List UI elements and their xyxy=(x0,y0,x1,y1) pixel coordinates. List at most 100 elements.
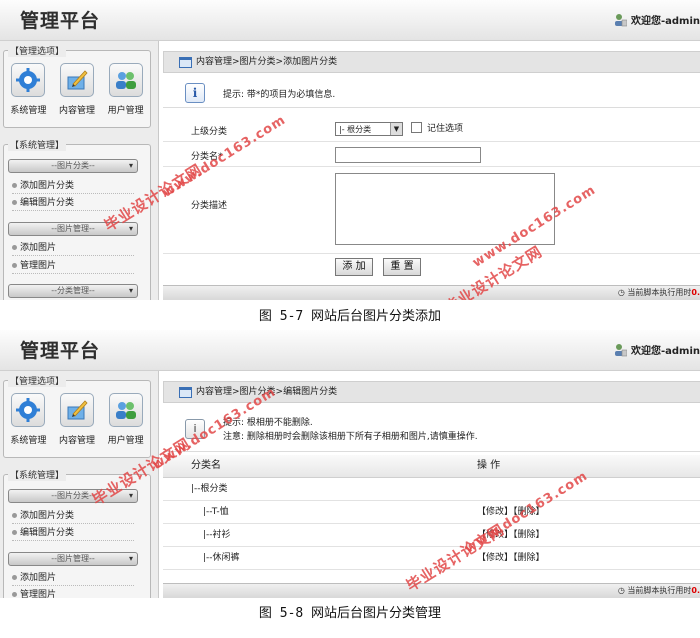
bullet-icon xyxy=(12,513,17,518)
user-manage-label: 用户管理 xyxy=(107,436,144,446)
category-name: |--根分类 xyxy=(191,484,228,494)
quick-panel: 【管理选项】 系统管理 内容管理 用户管理 xyxy=(3,374,151,458)
table-header: 分类名 操 作 xyxy=(163,455,700,478)
users-icon xyxy=(108,63,143,97)
bullet-icon xyxy=(12,200,17,205)
bullet-icon xyxy=(12,592,17,597)
tip-line-2: 注意: 删除相册时会删除该相册下所有子相册和图片,请慎重操作. xyxy=(223,432,478,442)
status-bar: ◷ 当前脚本执行用时0. xyxy=(163,285,700,300)
user-manage-shortcut[interactable]: 用户管理 xyxy=(103,393,149,446)
content-manage-label: 内容管理 xyxy=(58,436,95,446)
users-icon xyxy=(108,393,143,427)
remember-checkbox[interactable] xyxy=(411,122,422,133)
tip-text: 提示: 带*的项目为必填信息. xyxy=(223,90,336,100)
sidebar-item-label: 添加图片 xyxy=(20,573,57,583)
system-manage-shortcut[interactable]: 系统管理 xyxy=(5,63,51,116)
breadcrumb-text: 内容管理>图片分类>添加图片分类 xyxy=(196,57,338,67)
sidebar-item-label: 编辑图片分类 xyxy=(20,528,75,538)
edit-icon xyxy=(59,393,94,427)
edit-icon xyxy=(59,63,94,97)
gear-icon xyxy=(11,63,46,97)
welcome-text: 欢迎您-admin xyxy=(630,346,700,357)
table-row: |--根分类 xyxy=(163,478,700,501)
user-manage-label: 用户管理 xyxy=(107,106,144,116)
welcome-user: 欢迎您-admin xyxy=(613,12,700,27)
status-bar: ◷ 当前脚本执行用时0. xyxy=(163,583,700,598)
chevron-down-icon: ▼ xyxy=(390,123,402,135)
table-row: |--衬衫 【修改】【删除】 xyxy=(163,524,700,547)
sidebar-item-label: 管理图片 xyxy=(20,261,57,271)
bullet-icon xyxy=(12,263,17,268)
status-value: 0. xyxy=(691,288,700,297)
category-name: |--衬衫 xyxy=(203,530,231,540)
quick-icons: 系统管理 内容管理 用户管理 xyxy=(4,63,150,116)
content-manage-label: 内容管理 xyxy=(58,106,95,116)
sidebar-item-add-category[interactable]: 添加图片分类 xyxy=(12,179,134,194)
user-manage-shortcut[interactable]: 用户管理 xyxy=(103,63,149,116)
figure-caption: 图 5-7 网站后台图片分类添加 xyxy=(258,309,442,324)
window-icon xyxy=(179,387,192,398)
sidebar-item-edit-category[interactable]: 编辑图片分类 xyxy=(12,526,134,541)
chevron-down-icon: ▾ xyxy=(128,224,133,233)
chevron-down-icon: ▾ xyxy=(128,554,133,563)
breadcrumb: 内容管理>图片分类>添加图片分类 xyxy=(163,51,700,73)
parent-category-select[interactable]: |- 根分类 ▼ xyxy=(335,122,403,136)
screenshot-category-add: 管理平台 欢迎您-admin 【管理选项】 系统管理 内容管理 用户管理 【系统… xyxy=(0,0,700,300)
table-row: |--T-恤 【修改】【删除】 xyxy=(163,501,700,524)
row-actions[interactable]: 【修改】【删除】 xyxy=(477,547,545,569)
group-label: --图片管理-- xyxy=(51,224,95,233)
group-label: --图片分类-- xyxy=(51,161,95,170)
quick-panel: 【管理选项】 系统管理 内容管理 用户管理 xyxy=(3,44,151,128)
system-manage-shortcut[interactable]: 系统管理 xyxy=(5,393,51,446)
column-header-ops: 操 作 xyxy=(477,460,501,471)
sidebar-item-add-image[interactable]: 添加图片 xyxy=(12,241,134,256)
reset-button[interactable]: 重 置 xyxy=(383,258,421,276)
bullet-icon xyxy=(12,530,17,535)
chevron-down-icon: ▾ xyxy=(128,491,133,500)
sidebar-item-manage-image[interactable]: 管理图片 xyxy=(12,588,134,598)
sidebar-item-manage-image[interactable]: 管理图片 xyxy=(12,259,134,274)
system-manage-label: 系统管理 xyxy=(10,436,47,446)
content-manage-shortcut[interactable]: 内容管理 xyxy=(54,393,100,446)
quick-panel-title: 【管理选项】 xyxy=(8,44,67,57)
sidebar-item-label: 编辑图片分类 xyxy=(20,198,75,208)
chevron-down-icon: ▾ xyxy=(128,161,133,170)
sidebar-item-label: 管理图片 xyxy=(20,590,57,598)
add-button[interactable]: 添 加 xyxy=(335,258,373,276)
main-content: 内容管理>图片分类>添加图片分类 i 提示: 带*的项目为必填信息. 上级分类 … xyxy=(163,41,700,300)
category-name-input[interactable] xyxy=(335,147,481,163)
parent-category-label: 上级分类 xyxy=(191,127,228,137)
status-text: 当前脚本执行用时0. xyxy=(627,586,700,595)
tip-bar: i 提示: 带*的项目为必填信息. xyxy=(163,77,700,108)
sidebar-item-label: 添加图片分类 xyxy=(20,511,75,521)
group-category-manage[interactable]: --分类管理-- ▾ xyxy=(8,284,138,298)
system-panel-title: 【系统管理】 xyxy=(8,468,67,481)
group-label: --图片管理-- xyxy=(51,554,95,563)
user-icon xyxy=(613,13,628,27)
bullet-icon xyxy=(12,245,17,250)
quick-panel-title: 【管理选项】 xyxy=(8,374,67,387)
content-manage-shortcut[interactable]: 内容管理 xyxy=(54,63,100,116)
clock-icon: ◷ xyxy=(617,288,625,297)
brand-title: 管理平台 xyxy=(20,340,101,362)
column-header-name: 分类名 xyxy=(191,460,221,471)
group-image-manage[interactable]: --图片管理-- ▾ xyxy=(8,552,138,566)
info-icon: i xyxy=(185,83,205,103)
category-name: |--休闲裤 xyxy=(203,553,240,563)
system-panel-title: 【系统管理】 xyxy=(8,138,67,151)
screenshot-category-manage: 管理平台 欢迎您-admin 【管理选项】 系统管理 内容管理 用户管理 【系统… xyxy=(0,330,700,598)
group-label: --分类管理-- xyxy=(51,286,95,295)
status-text: 当前脚本执行用时0. xyxy=(627,288,700,297)
sidebar-item-add-category[interactable]: 添加图片分类 xyxy=(12,509,134,524)
breadcrumb: 内容管理>图片分类>编辑图片分类 xyxy=(163,381,700,403)
category-desc-label: 分类描述 xyxy=(191,201,228,211)
group-image-category[interactable]: --图片分类-- ▾ xyxy=(8,159,138,173)
status-value: 0. xyxy=(691,586,700,595)
sidebar-item-label: 添加图片 xyxy=(20,243,57,253)
bullet-icon xyxy=(12,183,17,188)
sidebar-item-add-image[interactable]: 添加图片 xyxy=(12,571,134,586)
chevron-down-icon: ▾ xyxy=(128,286,133,295)
system-manage-label: 系统管理 xyxy=(10,106,47,116)
figure-caption: 图 5-8 网站后台图片分类管理 xyxy=(258,606,442,621)
welcome-text: 欢迎您-admin xyxy=(630,16,700,27)
